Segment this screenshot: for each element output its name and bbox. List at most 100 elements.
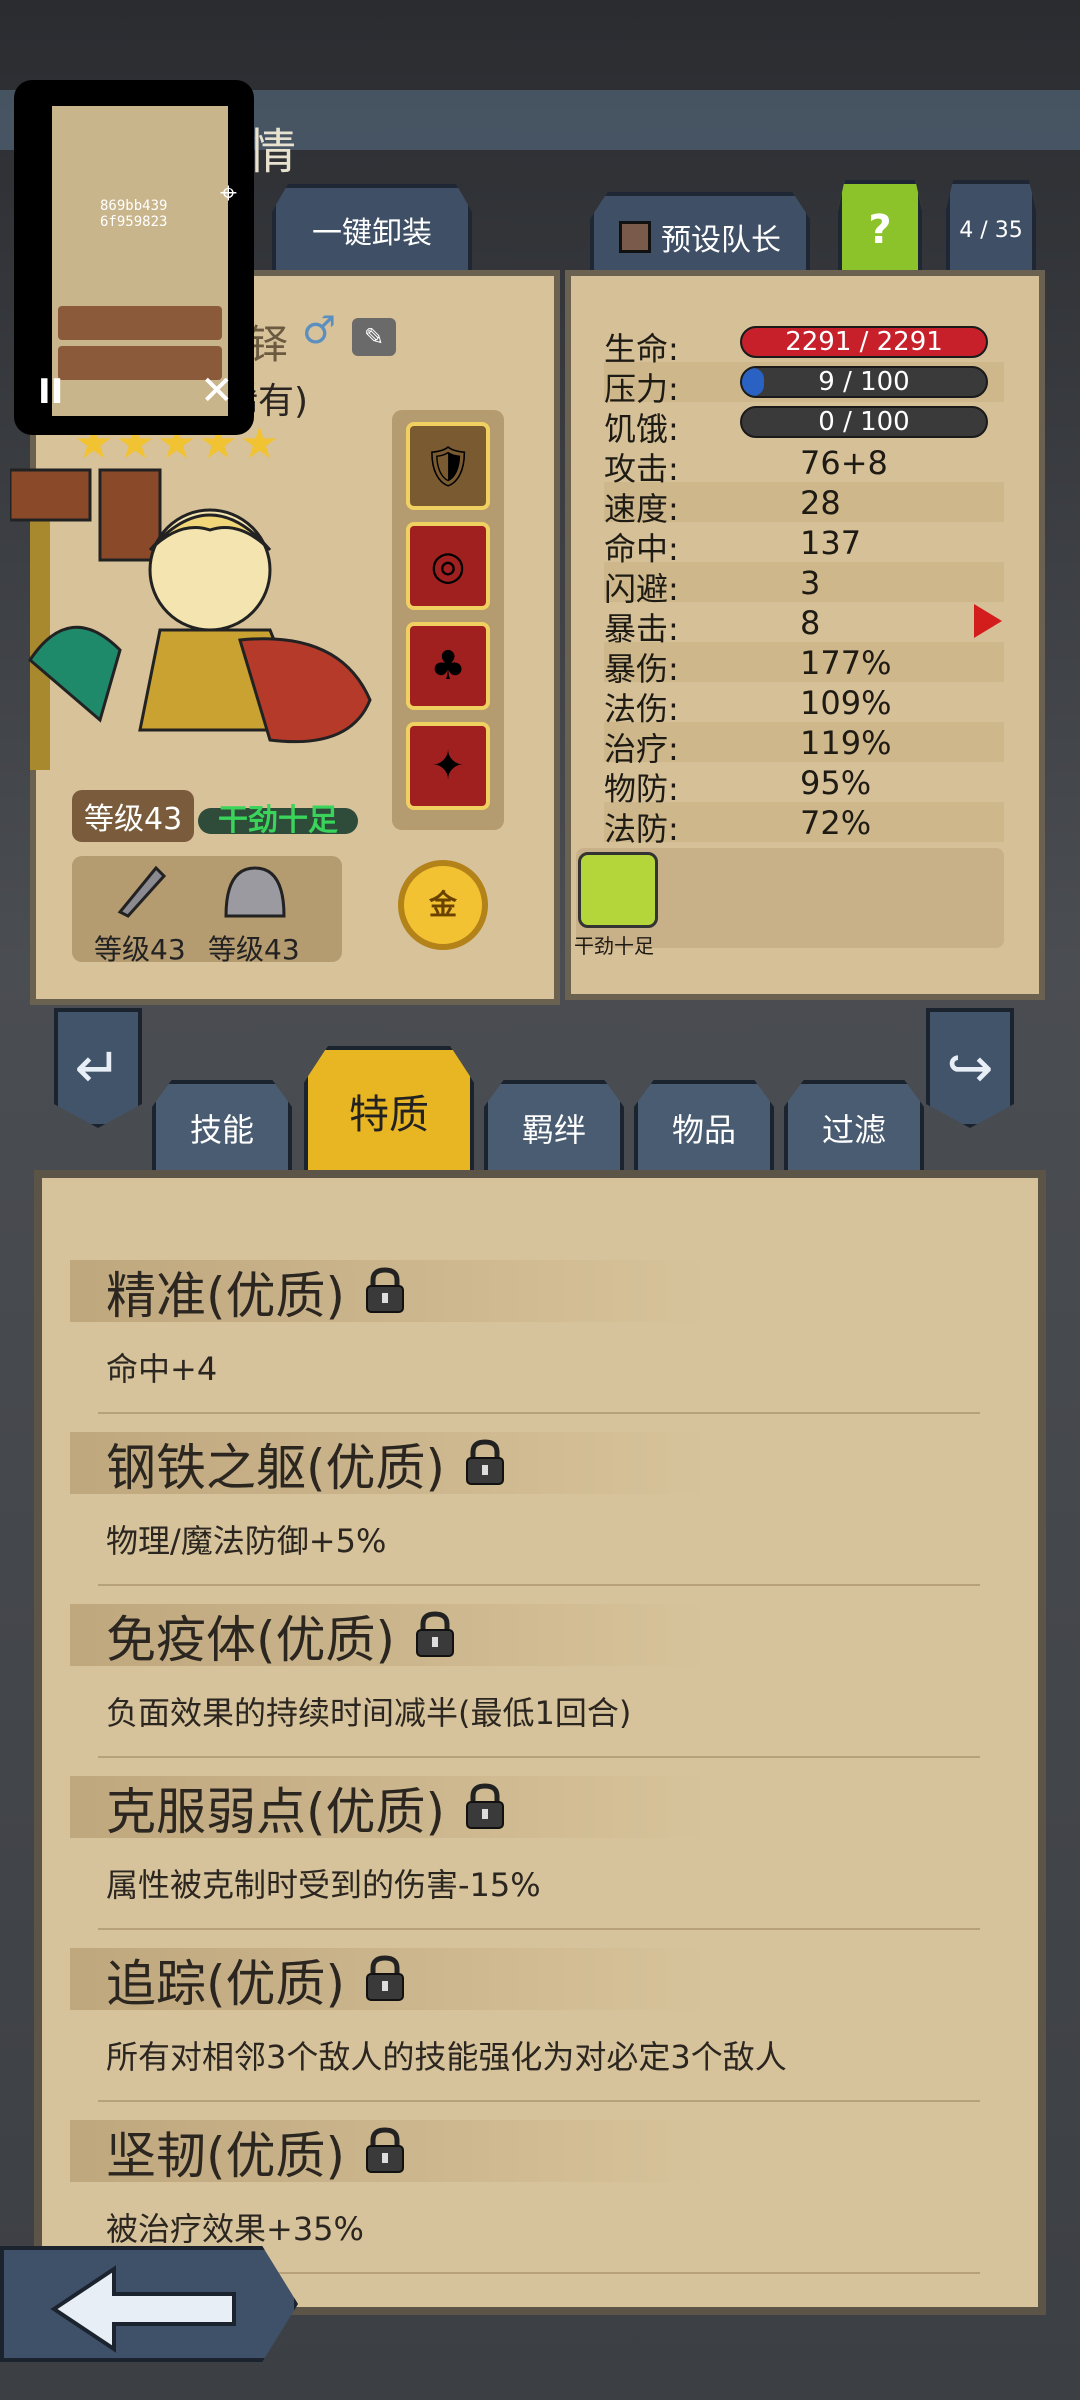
gold-badge[interactable]: 金 [398,860,488,950]
mood-buff-icon[interactable] [578,852,658,928]
back-arrow-icon [50,2265,236,2353]
thumb-row [58,346,222,380]
edit-name-button[interactable]: ✎ [352,318,396,356]
trait-description: 被治疗效果+35% [106,2210,364,2248]
stat-row: 法伤: 109% [604,682,1004,728]
trait-item[interactable]: 钢铁之躯(优质) 物理/魔法防御+5% [70,1414,980,1586]
stat-value: 95% [800,764,872,802]
tab-filter[interactable]: 过滤 [784,1080,924,1176]
stat-row: 治疗: 119% [604,722,1004,768]
trait-description: 所有对相邻3个敌人的技能强化为对必定3个敌人 [106,2038,787,2076]
hat-icon: ♣ [430,643,466,689]
stat-value: 76+8 [800,444,888,482]
stat-label: 法防: [604,810,679,848]
stat-row: 攻击: 76+8 [604,442,1004,488]
character-level: 等级43 [72,790,195,842]
hp-bar: 2291 / 2291 [740,326,988,358]
trait-description: 物理/魔法防御+5% [106,1522,387,1560]
stat-row: 暴击: 8 [604,602,1004,648]
stat-row: 暴伤: 177% [604,642,1004,688]
pause-button[interactable]: II [38,372,63,412]
mood-status: 干劲十足 [198,806,358,836]
shield-slot[interactable]: 🛡 [406,422,490,510]
hunger-value: 0 / 100 [818,407,910,437]
gender-icon: ♂ [302,308,337,352]
stat-value: 3 [800,564,821,602]
back-button[interactable] [0,2246,298,2362]
preset-leader-label: 预设队长 [661,223,781,258]
stat-row-hp: 生命: 2291 / 2291 [604,322,1004,368]
hero-portrait[interactable] [10,460,390,780]
help-button[interactable]: ? [838,180,922,280]
id-line-2: 6f959823 [100,214,168,230]
lock-icon[interactable] [363,2126,407,2174]
stat-value: 72% [800,804,872,842]
helmet-icon[interactable] [220,860,290,924]
trait-name: 坚韧(优质) [106,2127,346,2185]
roster-count[interactable]: 4 / 35 [946,180,1036,280]
lock-icon[interactable] [463,1782,507,1830]
accessory-slot-2[interactable]: ♣ [406,622,490,710]
page-title: 情 [248,124,297,180]
trait-name: 克服弱点(优质) [106,1783,446,1841]
stat-value: 28 [800,484,841,522]
arrow-right-icon: ↪ [946,1035,994,1101]
arrow-left-icon: ↵ [74,1035,122,1101]
expand-stats-arrow[interactable] [974,604,1002,638]
weapon-icon[interactable] [110,862,170,922]
tab-skills[interactable]: 技能 [152,1080,292,1176]
unload-all-button[interactable]: 一键卸装 [272,184,472,276]
helmet-level: 等级43 [208,933,300,966]
preset-leader-checkbox[interactable]: 预设队长 [590,192,810,282]
stat-row-hunger: 饥饿: 0 / 100 [604,402,1004,448]
accessory-slot-1[interactable]: ◎ [406,522,490,610]
stat-row: 物防: 95% [604,762,1004,808]
trait-name: 追踪(优质) [106,1955,346,2013]
lock-icon[interactable] [413,1610,457,1658]
checkbox-icon [619,221,651,253]
trait-name: 钢铁之躯(优质) [106,1439,446,1497]
stat-value: 8 [800,604,821,642]
creature-icon: ✦ [431,743,465,789]
stat-value: 109% [800,684,892,722]
lock-icon[interactable] [463,1438,507,1486]
trait-item[interactable]: 克服弱点(优质) 属性被克制时受到的伤害-15% [70,1758,980,1930]
accessory-slot-3[interactable]: ✦ [406,722,490,810]
trait-item[interactable]: 免疫体(优质) 负面效果的持续时间减半(最低1回合) [70,1586,980,1758]
stat-row: 命中: 137 [604,522,1004,568]
stat-row: 速度: 28 [604,482,1004,528]
lock-icon[interactable] [363,1266,407,1314]
next-character-button[interactable]: ↪ [926,1008,1014,1128]
trait-description: 负面效果的持续时间减半(最低1回合) [106,1694,632,1732]
mood-buff-label: 干劲十足 [574,934,654,958]
prev-character-button[interactable]: ↵ [54,1008,142,1128]
lock-icon[interactable] [363,1954,407,2002]
thumbnail-id: 869bb439 6f959823 [100,198,167,230]
hunger-bar: 0 / 100 [740,406,988,438]
equipment-column: 🛡 ◎ ♣ ✦ [392,410,504,830]
trait-description: 属性被克制时受到的伤害-15% [106,1866,541,1904]
goggles-icon: ◎ [430,543,466,589]
tab-bonds[interactable]: 羁绊 [484,1080,624,1176]
screen-record-thumbnail[interactable]: 869bb439 6f959823 ⌖ II ✕ [14,80,254,435]
hp-value: 2291 / 2291 [785,327,943,357]
thumb-row [58,306,222,340]
tab-items[interactable]: 物品 [634,1080,774,1176]
close-overlay-button[interactable]: ✕ [200,368,234,414]
stress-bar: 9 / 100 [740,366,988,398]
trait-item[interactable]: 精准(优质) 命中+4 [70,1242,980,1414]
stat-row: 法防: 72% [604,802,1004,848]
stats-list: 生命: 2291 / 2291 压力: 9 / 100 饥饿: 0 / 100 … [604,322,1004,848]
trait-name: 精准(优质) [106,1267,346,1325]
weapon-level: 等级43 [94,933,186,966]
stat-value: 137 [800,524,862,562]
character-name: 铎 [248,322,288,368]
tab-traits[interactable]: 特质 [304,1046,474,1176]
trait-description: 命中+4 [106,1350,218,1388]
location-pin-icon[interactable]: ⌖ [220,176,237,211]
trait-item[interactable]: 追踪(优质) 所有对相邻3个敌人的技能强化为对必定3个敌人 [70,1930,980,2102]
stat-value: 119% [800,724,892,762]
pencil-icon: ✎ [363,323,385,351]
shield-icon: 🛡 [422,443,474,490]
stress-value: 9 / 100 [818,367,910,397]
